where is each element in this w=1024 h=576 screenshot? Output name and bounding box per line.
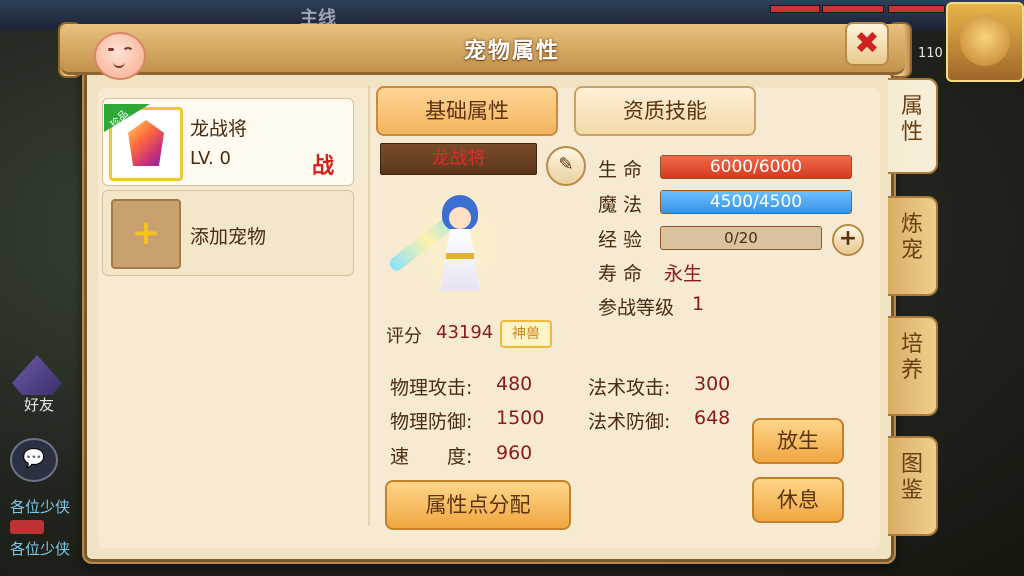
magic-defense-label: 法术防御: [588, 411, 671, 433]
physical-defense-value: 1500 [496, 407, 545, 429]
mp-label: 魔 法 [598, 194, 643, 216]
divider [368, 86, 370, 526]
plus-icon: + [838, 226, 858, 251]
release-button[interactable]: 放生 [752, 418, 844, 464]
chat-line: 各位少侠 [10, 498, 71, 516]
physical-defense-label: 物理防御: [390, 411, 473, 433]
pet-name-plate: 龙战将 [380, 143, 537, 175]
crystal-icon [128, 120, 164, 166]
emoji-face-icon [94, 32, 146, 80]
allocate-points-button[interactable]: 属性点分配 [385, 480, 571, 530]
battle-mark: 战 [312, 154, 335, 179]
chat-icon[interactable]: 💬 [10, 438, 58, 482]
divine-beast-badge: 神兽 [500, 320, 552, 348]
magic-defense-value: 648 [694, 407, 731, 429]
tab-basic-attributes[interactable]: 基础属性 [376, 86, 558, 136]
tab-refine-pet-label: 炼宠 [901, 212, 924, 263]
friends-label: 好友 [24, 396, 55, 414]
lifespan-value: 永生 [664, 263, 703, 285]
mp-bar: 4500/4500 [660, 190, 852, 214]
pet-character [440, 195, 480, 305]
tab-aptitude-skills[interactable]: 资质技能 [574, 86, 756, 136]
edit-icon: ✎ [558, 154, 574, 175]
xp-label: 经 验 [598, 229, 643, 251]
add-exp-button[interactable]: + [832, 224, 864, 256]
mp-value: 4500/4500 [709, 192, 803, 212]
speed-label: 速 度: [390, 446, 473, 468]
speed-value: 960 [496, 442, 533, 464]
close-icon: ✖ [854, 26, 880, 61]
hp-bar: 6000/6000 [660, 155, 852, 179]
xp-value: 0/20 [724, 229, 758, 247]
lifespan-label: 寿 命 [598, 263, 643, 285]
tab-collection-label: 图鉴 [901, 452, 924, 503]
score-label: 评分 [386, 326, 422, 347]
pet-name-plate-text: 龙战将 [431, 148, 486, 169]
chat-channel-tag [10, 520, 44, 534]
friends-icon[interactable] [12, 355, 62, 395]
hp-label: 生 命 [598, 159, 643, 181]
pet-level: LV. 0 [190, 148, 231, 169]
plus-icon: + [131, 213, 161, 253]
score-value: 43194 [436, 322, 494, 343]
rest-button[interactable]: 休息 [752, 477, 844, 523]
tab-cultivate-label: 培养 [901, 332, 924, 383]
tab-attributes-label: 属性 [901, 94, 924, 145]
pet-portrait [380, 175, 540, 315]
tab-cultivate[interactable]: 培养 [888, 316, 938, 416]
xp-bar: 0/20 [660, 226, 822, 250]
battle-level-label: 参战等级 [598, 297, 675, 319]
tab-attributes[interactable]: 属性 [888, 78, 938, 174]
battle-level-value: 1 [692, 293, 705, 315]
magic-attack-value: 300 [694, 373, 731, 395]
physical-attack-label: 物理攻击: [390, 377, 473, 399]
tab-refine-pet[interactable]: 炼宠 [888, 196, 938, 296]
pet-name: 龙战将 [190, 118, 248, 140]
add-pet-label: 添加宠物 [190, 226, 267, 248]
add-pet-slot: + [111, 199, 181, 269]
physical-attack-value: 480 [496, 373, 533, 395]
tab-collection[interactable]: 图鉴 [888, 436, 938, 536]
close-button[interactable]: ✖ [845, 22, 889, 66]
magic-attack-label: 法术攻击: [588, 377, 671, 399]
hp-value: 6000/6000 [709, 157, 803, 177]
rename-button[interactable]: ✎ [546, 146, 586, 186]
chat-line: 各位少侠 [10, 540, 71, 558]
